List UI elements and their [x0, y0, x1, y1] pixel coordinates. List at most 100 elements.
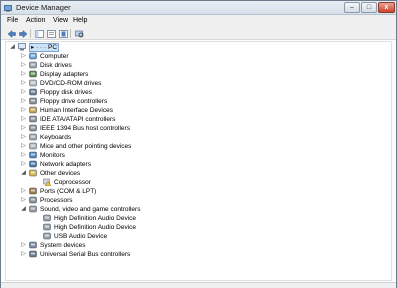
back-arrow-icon: [7, 29, 16, 38]
forward-button[interactable]: [18, 29, 28, 38]
tree-child-item[interactable]: High Definition Audio Device: [6, 223, 306, 232]
window-title: Device Manager: [16, 3, 71, 12]
help-button[interactable]: [58, 29, 68, 38]
expand-arrow-icon[interactable]: ▷: [20, 251, 27, 258]
tree-category-item[interactable]: ▷ Human Interface Devices: [6, 106, 306, 115]
processor-icon: [29, 196, 37, 204]
scan-hardware-button[interactable]: [74, 29, 84, 38]
audio-device-icon: [43, 232, 51, 240]
tree-item-label: Floppy drive controllers: [40, 98, 108, 105]
collapse-arrow-icon[interactable]: ◢: [9, 44, 16, 51]
audio-device-icon: [43, 214, 51, 222]
expand-arrow-icon[interactable]: ▷: [20, 125, 27, 132]
floppy-controller-icon: [29, 97, 37, 105]
tree-item-label: Coprocessor: [54, 179, 91, 186]
tree-item-label: Disk drives: [40, 62, 72, 69]
tree-item-label: Universal Serial Bus controllers: [40, 251, 131, 258]
tree-item-label: Processors: [40, 197, 73, 204]
show-hide-console-tree-button[interactable]: [34, 29, 44, 38]
expand-arrow-icon[interactable]: ▷: [20, 152, 27, 159]
usb-icon: [29, 250, 37, 258]
tree-root-node[interactable]: ◢ ▸ · · · PC: [6, 43, 306, 52]
close-button[interactable]: x: [378, 2, 395, 13]
tree-category-item[interactable]: ▷ Display adapters: [6, 70, 306, 79]
tree-category-item[interactable]: ▷ Ports (COM & LPT): [6, 187, 306, 196]
tree-item-label: Network adapters: [40, 161, 91, 168]
tree-item-label: High Definition Audio Device: [54, 215, 137, 222]
toolbar: [1, 27, 396, 40]
audio-device-icon: [43, 223, 51, 231]
hid-icon: [29, 106, 37, 114]
tree-category-item[interactable]: ▷ IDE ATA/ATAPI controllers: [6, 115, 306, 124]
disk-drive-icon: [29, 61, 37, 69]
tree-category-item[interactable]: ▷ Computer: [6, 52, 306, 61]
toolbar-separator: [70, 29, 71, 38]
expand-arrow-icon[interactable]: ▷: [20, 107, 27, 114]
expand-arrow-icon[interactable]: ▷: [20, 98, 27, 105]
expand-arrow-icon[interactable]: ▷: [20, 89, 27, 96]
tree-category-item[interactable]: ▷ Floppy drive controllers: [6, 97, 306, 106]
tree-category-item[interactable]: ◢ Sound, video and game controllers: [6, 205, 306, 214]
maximize-button[interactable]: □: [361, 2, 377, 13]
expand-arrow-icon[interactable]: ▷: [20, 80, 27, 87]
tree-item-label: Keyboards: [40, 134, 72, 141]
back-button[interactable]: [6, 29, 16, 38]
device-manager-window: Device Manager – □ x File Action View He…: [0, 0, 397, 288]
tree-item-label: Display adapters: [40, 71, 89, 78]
tree-category-item[interactable]: ▷ Processors: [6, 196, 306, 205]
tree-category-item[interactable]: ▷ Universal Serial Bus controllers: [6, 250, 306, 259]
expand-arrow-icon[interactable]: ▷: [20, 134, 27, 141]
expand-arrow-icon[interactable]: ▷: [20, 116, 27, 123]
show-hide-console-tree-icon: [34, 29, 44, 38]
root-computer-name: PC: [47, 44, 58, 51]
tree-category-item[interactable]: ▷ Floppy disk drives: [6, 88, 306, 97]
expand-arrow-icon[interactable]: ▷: [20, 188, 27, 195]
network-adapter-icon: [29, 160, 37, 168]
floppy-disk-icon: [29, 88, 37, 96]
expand-arrow-icon[interactable]: ▷: [20, 53, 27, 60]
tree-category-item[interactable]: ▷ System devices: [6, 241, 306, 250]
expand-arrow-icon[interactable]: ▷: [20, 71, 27, 78]
tree-category-item[interactable]: ▷ Monitors: [6, 151, 306, 160]
monitor-icon: [29, 151, 37, 159]
menu-help[interactable]: Help: [73, 17, 87, 24]
tree-category-item[interactable]: ▷ DVD/CD-ROM drives: [6, 79, 306, 88]
tree-child-item[interactable]: USB Audio Device: [6, 232, 306, 241]
device-tree[interactable]: ◢ ▸ · · · PC ▷ Computer ▷ Disk drives ▷ Displ…: [5, 41, 392, 281]
help-icon: [58, 29, 68, 38]
ieee1394-icon: [29, 124, 37, 132]
tree-child-item[interactable]: High Definition Audio Device: [6, 214, 306, 223]
menu-view[interactable]: View: [53, 17, 68, 24]
mouse-icon: [29, 142, 37, 150]
expand-arrow-icon[interactable]: ▷: [20, 242, 27, 249]
tree-category-item[interactable]: ▷ Mice and other pointing devices: [6, 142, 306, 151]
collapse-arrow-icon[interactable]: ◢: [20, 206, 27, 213]
tree-category-item[interactable]: ▷ IEEE 1394 Bus host controllers: [6, 124, 306, 133]
minimize-button[interactable]: –: [344, 2, 360, 13]
forward-arrow-icon: [18, 29, 27, 38]
tree-item-label: IDE ATA/ATAPI controllers: [40, 116, 116, 123]
tree-category-item[interactable]: ▷ Disk drives: [6, 61, 306, 70]
properties-icon: [46, 29, 56, 38]
properties-button[interactable]: [46, 29, 56, 38]
tree-item-label: DVD/CD-ROM drives: [40, 80, 102, 87]
tree-item-label: High Definition Audio Device: [54, 224, 137, 231]
menu-bar: File Action View Help: [1, 15, 396, 27]
tree-item-label: Floppy disk drives: [40, 89, 93, 96]
tree-child-item[interactable]: Coprocessor: [6, 178, 306, 187]
other-devices-icon: [29, 169, 37, 177]
tree-category-item[interactable]: ▷ Network adapters: [6, 160, 306, 169]
tree-category-item[interactable]: ▷ Keyboards: [6, 133, 306, 142]
expand-arrow-icon[interactable]: ▷: [20, 62, 27, 69]
title-bar[interactable]: Device Manager – □ x: [1, 1, 396, 15]
collapse-arrow-icon[interactable]: ◢: [20, 170, 27, 177]
menu-file[interactable]: File: [7, 17, 18, 24]
tree-category-item[interactable]: ◢ Other devices: [6, 169, 306, 178]
expand-arrow-icon[interactable]: ▷: [20, 197, 27, 204]
expand-arrow-icon[interactable]: ▷: [20, 143, 27, 150]
menu-action[interactable]: Action: [26, 17, 45, 24]
expand-arrow-icon[interactable]: ▷: [20, 161, 27, 168]
tree-item-label: Ports (COM & LPT): [40, 188, 97, 195]
tree-item-label: Computer: [40, 53, 69, 60]
dvd-drive-icon: [29, 79, 37, 87]
